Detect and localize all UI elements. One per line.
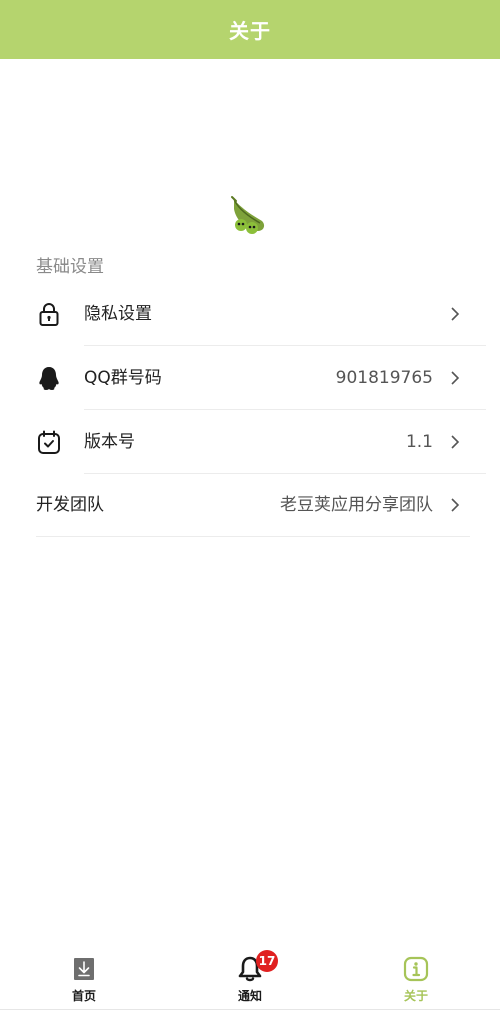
row-label: 开发团队 — [36, 495, 104, 515]
nav-item-notifications[interactable]: 通知 — [190, 947, 310, 1009]
divider — [36, 536, 470, 537]
calendar-check-icon — [38, 430, 60, 454]
download-icon — [74, 958, 94, 980]
chevron-right-icon — [451, 371, 460, 385]
row-value: 1.1 — [405, 432, 433, 452]
lock-icon — [39, 303, 59, 326]
chevron-right-icon — [451, 307, 460, 321]
qq-penguin-icon — [39, 367, 59, 390]
row-dev-team[interactable]: 开发团队 老豆荚应用分享团队 — [0, 473, 500, 537]
nav-label: 通知 — [237, 989, 262, 1003]
notification-badge: 17 — [256, 950, 278, 972]
row-privacy-settings[interactable]: 隐私设置 — [0, 282, 500, 346]
row-qq-group[interactable]: QQ群号码 901819765 — [0, 346, 500, 410]
row-label: 版本号 — [84, 432, 135, 452]
section-title-basic-settings: 基础设置 — [36, 257, 104, 277]
top-app-bar: 关于 — [0, 0, 500, 59]
nav-label: 首页 — [71, 989, 96, 1003]
row-label: 隐私设置 — [84, 304, 152, 324]
nav-item-home[interactable]: 首页 — [24, 947, 144, 1009]
row-value: 老豆荚应用分享团队 — [280, 495, 433, 515]
bottom-navigation: 首页 通知 关于 — [0, 947, 500, 1012]
chevron-right-icon — [451, 435, 460, 449]
nav-item-about[interactable]: 关于 — [356, 947, 476, 1009]
nav-label: 关于 — [403, 989, 428, 1003]
chevron-right-icon — [451, 498, 460, 512]
row-value: 901819765 — [335, 368, 433, 388]
pea-pod-logo-icon — [231, 196, 265, 234]
page-title: 关于 — [229, 19, 271, 43]
info-icon — [403, 956, 429, 982]
row-label: QQ群号码 — [84, 368, 162, 388]
row-version[interactable]: 版本号 1.1 — [0, 410, 500, 474]
bottom-divider — [0, 1009, 500, 1010]
